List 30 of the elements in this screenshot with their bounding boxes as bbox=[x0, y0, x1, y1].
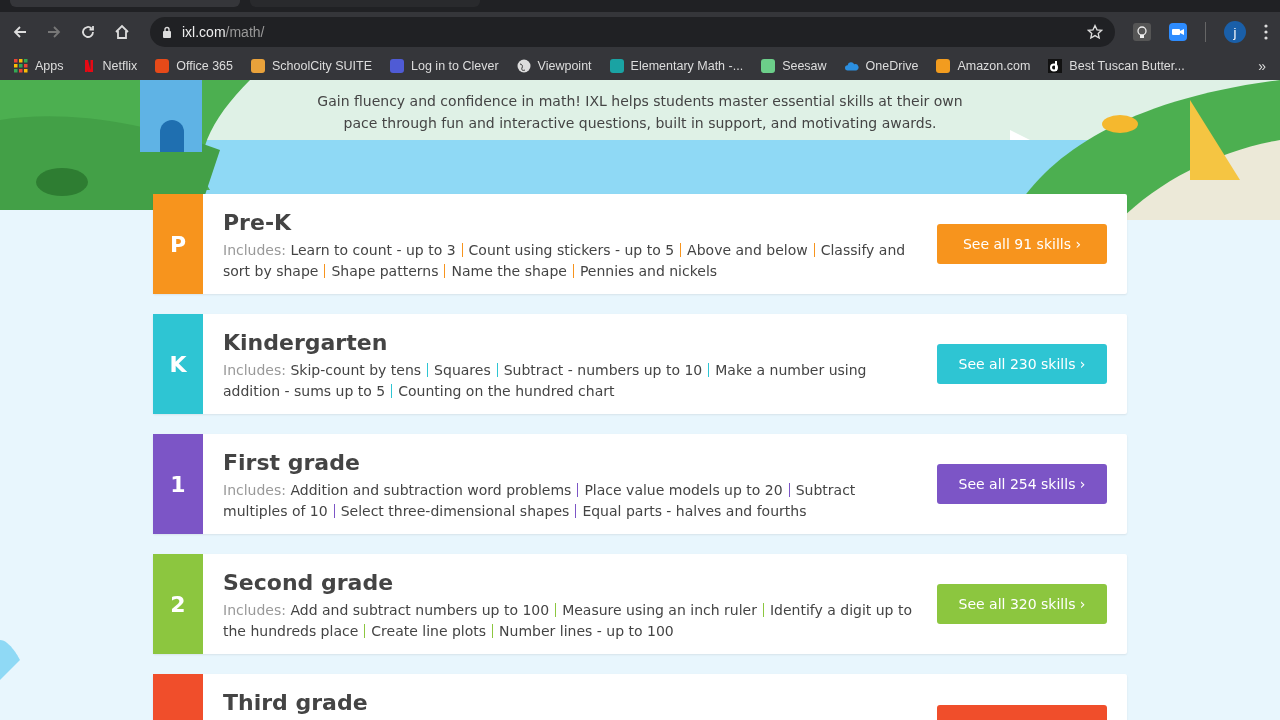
grade-badge: 1 bbox=[153, 434, 203, 534]
address-bar[interactable]: ixl.com/math/ bbox=[150, 17, 1115, 47]
bookmark-item[interactable]: OneDrive bbox=[844, 59, 919, 73]
bookmark-item[interactable]: Viewpoint bbox=[516, 59, 592, 73]
bookmark-item[interactable]: Elementary Math -... bbox=[609, 59, 744, 73]
grade-badge: 2 bbox=[153, 554, 203, 654]
intro-text: Gain fluency and confidence in math! IXL helps students master essential skills at their own pace through fun and interactive questions, built in support, and motivating awards. bbox=[316, 92, 964, 133]
skills-list: Includes: Add and subtract numbers up to 100 Measure using an inch ruler Identify a digit up to the hundreds place Create line plots Number lines - up to 100 bbox=[223, 600, 917, 642]
bookmark-item[interactable]: Office 365 bbox=[155, 59, 233, 73]
grade-title[interactable]: Kindergarten bbox=[223, 330, 388, 355]
more-bookmarks-button[interactable]: » bbox=[1258, 58, 1266, 74]
bookmark-item[interactable]: Log in to Clever bbox=[390, 59, 499, 73]
bookmark-item[interactable]: SchoolCity SUITE bbox=[251, 59, 373, 73]
url-text: ixl.com/math/ bbox=[182, 24, 266, 40]
grade-badge: K bbox=[153, 314, 203, 414]
skills-list: Includes: Addition and subtraction word problems Place value models up to 20 Subtract multiples of 10 Select three-dimensional shapes Equal parts - halves and fourths bbox=[223, 480, 917, 522]
bookmark-item[interactable]: Best Tuscan Butter... bbox=[1048, 59, 1185, 73]
grade-badge: P bbox=[153, 194, 203, 294]
grade-title[interactable]: Third grade bbox=[223, 690, 368, 715]
bookmark-item[interactable]: Amazon.com bbox=[936, 59, 1031, 73]
bookmark-item[interactable]: Seesaw bbox=[761, 59, 827, 73]
grade-title[interactable]: First grade bbox=[223, 450, 360, 475]
bookmark-item[interactable]: Netflix bbox=[81, 59, 138, 73]
skills-list: Includes: Learn to count - up to 3 Count using stickers - up to 5 Above and below Classify and sort by shape Shape patterns Name the shape Pennies and nickels bbox=[223, 240, 917, 282]
profile-avatar[interactable]: j bbox=[1224, 21, 1246, 43]
skills-list: Includes: Skip-count by tens Squares Subtract - numbers up to 10 Make a number using addition - sums up to 5 Counting on the hundred chart bbox=[223, 360, 917, 402]
grade-title[interactable]: Pre-K bbox=[223, 210, 292, 235]
see-all-skills-button[interactable]: See all 254 skills › bbox=[937, 464, 1107, 504]
bookmark-item[interactable]: Apps bbox=[14, 59, 64, 73]
grade-title[interactable]: Second grade bbox=[223, 570, 394, 595]
